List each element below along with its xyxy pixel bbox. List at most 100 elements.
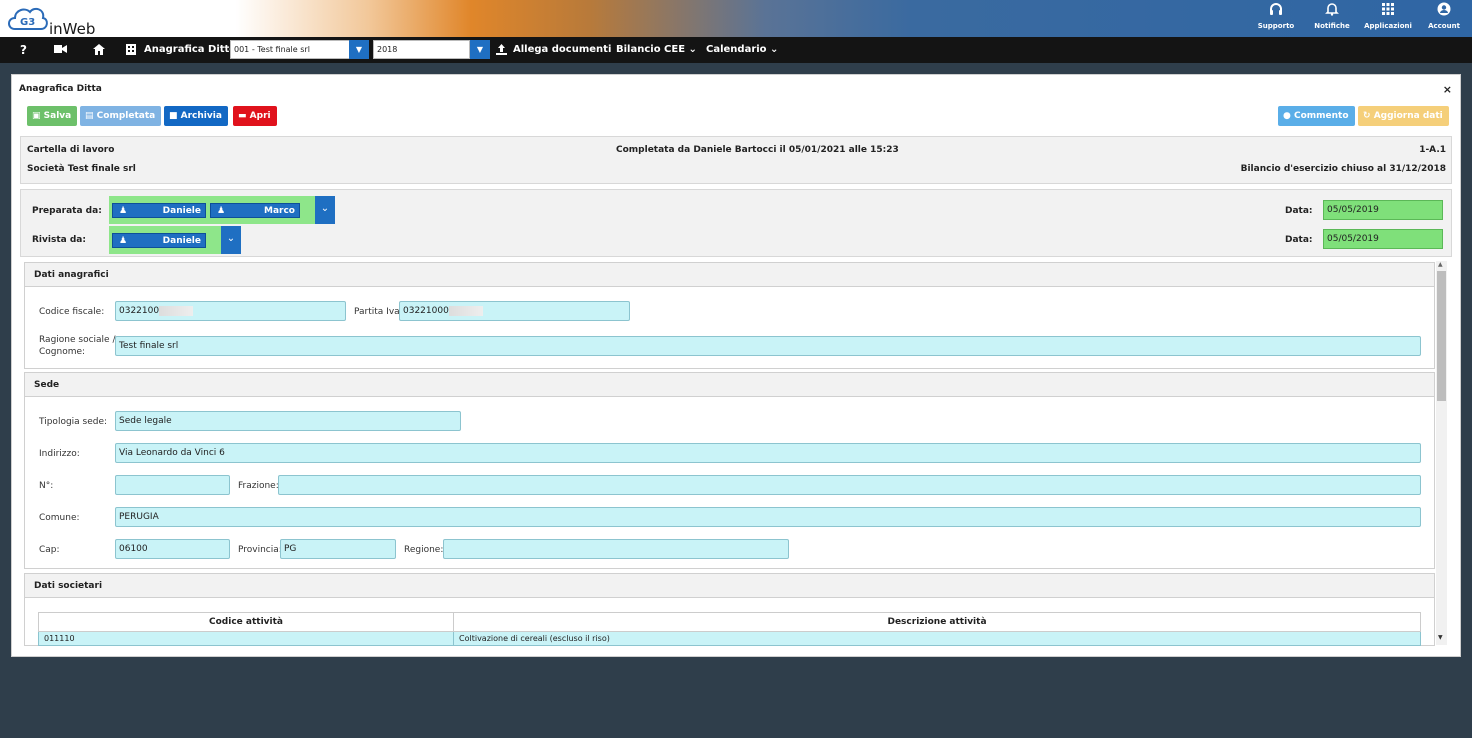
comune-field[interactable]: PERUGIA (115, 507, 1421, 527)
menu-bar: ? Anagrafica Ditte 001 - Test finale srl… (0, 37, 1472, 63)
numero-label: N°: (39, 481, 54, 491)
dialog-title: Anagrafica Ditta (19, 84, 102, 94)
ragione-sociale-field[interactable]: Test finale srl (115, 336, 1421, 356)
data-rivista-field[interactable]: 05/05/2019 (1323, 229, 1443, 249)
numero-field[interactable] (115, 475, 230, 495)
account-icon (1437, 2, 1451, 22)
preparata-user-tag[interactable]: ♟ Daniele (112, 203, 206, 218)
ragione-sociale-label-line1: Ragione sociale / (39, 335, 116, 345)
codice-attivita-cell[interactable]: 011110 (38, 631, 454, 646)
cap-field[interactable]: 06100 (115, 539, 230, 559)
help-button[interactable]: ? (20, 37, 27, 63)
rivista-users-box: ♟ Daniele (109, 226, 221, 254)
chevron-down-icon: ⌄ (688, 44, 697, 55)
headset-icon (1269, 2, 1283, 22)
tipologia-label: Tipologia sede: (39, 417, 108, 427)
building-icon (126, 37, 136, 63)
commento-button[interactable]: ● Commento (1278, 106, 1355, 126)
top-right-actions: Supporto Notifiche Applicazioni Account (1248, 2, 1472, 36)
commento-label: Commento (1294, 111, 1349, 121)
account-label: Account (1428, 22, 1460, 30)
home-icon[interactable] (93, 37, 105, 63)
aggiorna-dati-button[interactable]: ↻ Aggiorna dati (1358, 106, 1449, 126)
save-button[interactable]: ▣ Salva (27, 106, 78, 126)
account-button[interactable]: Account (1416, 2, 1472, 36)
societa-label: Società Test finale srl (27, 164, 136, 174)
provincia-label: Provincia: (238, 545, 282, 555)
cap-label: Cap: (39, 545, 60, 555)
codice-fiscale-field[interactable]: 0322100 (115, 301, 346, 321)
column-header[interactable]: Descrizione attività (453, 612, 1421, 632)
notifications-button[interactable]: Notifiche (1304, 2, 1360, 36)
column-header[interactable]: Codice attività (38, 612, 454, 632)
top-header: G3 inWeb Supporto Notifiche Applicazioni (0, 0, 1472, 38)
apps-label: Applicazioni (1364, 22, 1412, 30)
vertical-scrollbar[interactable]: ▲ ▼ (1436, 261, 1447, 645)
scroll-down-icon[interactable]: ▼ (1438, 634, 1443, 641)
section-title: Dati societari (25, 574, 1434, 598)
codice-fiscale-value: 0322100 (119, 306, 160, 316)
preparata-user-tag[interactable]: ♟ Marco (210, 203, 300, 218)
app-logo[interactable]: G3 inWeb (5, 3, 115, 38)
content-clip-mask (24, 646, 1435, 656)
table-row[interactable]: 011110 Coltivazione di cereali (escluso … (38, 631, 1421, 646)
user-name: Daniele (162, 236, 201, 246)
completata-label: Completata (96, 111, 156, 121)
scroll-up-icon[interactable]: ▲ (1438, 261, 1443, 268)
user-name: Daniele (162, 206, 201, 216)
preparata-dropdown-chevron-down-icon[interactable]: ⌄ (315, 196, 335, 224)
archivia-button[interactable]: ■ Archivia (164, 106, 228, 126)
user-icon: ♟ (119, 206, 128, 216)
frazione-field[interactable] (278, 475, 1421, 495)
apri-label: Apri (249, 111, 271, 121)
refresh-icon: ↻ (1363, 111, 1371, 121)
tipologia-field[interactable]: Sede legale (115, 411, 461, 431)
apps-button[interactable]: Applicazioni (1360, 2, 1416, 36)
comment-icon: ● (1283, 111, 1291, 121)
partita-iva-value: 03221000 (403, 306, 449, 316)
partita-iva-field[interactable]: 03221000 (399, 301, 630, 321)
year-select-chevron-down-icon[interactable]: ▼ (470, 40, 490, 59)
notifications-label: Notifiche (1314, 22, 1350, 30)
scrollbar-thumb[interactable] (1437, 271, 1446, 401)
archive-icon: ■ (169, 111, 178, 121)
completata-button[interactable]: ▤ Completata (80, 106, 162, 126)
bell-icon (1325, 2, 1339, 22)
redacted-mask (448, 305, 483, 316)
rivista-dropdown-chevron-down-icon[interactable]: ⌄ (221, 226, 241, 254)
descrizione-attivita-cell[interactable]: Coltivazione di cereali (escluso il riso… (453, 631, 1421, 646)
rivista-label: Rivista da: (32, 235, 86, 245)
section-title: Sede (25, 373, 1434, 397)
user-icon: ♟ (119, 236, 128, 246)
dati-anagrafici-section: Dati anagrafici Codice fiscale: 0322100 … (24, 262, 1435, 369)
indirizzo-field[interactable]: Via Leonardo da Vinci 6 (115, 443, 1421, 463)
year-select[interactable]: 2018 (373, 40, 470, 59)
cartella-label: Cartella di lavoro (27, 145, 115, 155)
apri-button[interactable]: ▬ Apri (233, 106, 277, 126)
preparata-users-box: ♟ Daniele ♟ Marco (109, 196, 315, 224)
frazione-label: Frazione: (238, 481, 279, 491)
bilancio-cee-menu[interactable]: Bilancio CEE ⌄ (616, 37, 697, 63)
review-panel: Preparata da: ♟ Daniele ♟ Marco ⌄ Rivist… (20, 189, 1452, 257)
rivista-user-tag[interactable]: ♟ Daniele (112, 233, 206, 248)
chevron-down-icon: ⌄ (770, 44, 779, 55)
company-select[interactable]: 001 - Test finale srl (230, 40, 350, 59)
anagrafica-ditte-label[interactable]: Anagrafica Ditte (144, 37, 236, 63)
bilancio-info: Bilancio d'esercizio chiuso al 31/12/201… (1240, 164, 1446, 174)
provincia-field[interactable]: PG (280, 539, 396, 559)
data-label: Data: (1285, 206, 1313, 216)
regione-field[interactable] (443, 539, 789, 559)
user-name: Marco (264, 206, 295, 216)
company-select-chevron-down-icon[interactable]: ▼ (349, 40, 369, 59)
close-icon[interactable]: × (1443, 83, 1452, 96)
video-icon[interactable] (54, 37, 67, 63)
data-preparata-field[interactable]: 05/05/2019 (1323, 200, 1443, 220)
allega-documenti-link[interactable]: Allega documenti (513, 37, 611, 63)
support-button[interactable]: Supporto (1248, 2, 1304, 36)
bilancio-cee-label: Bilancio CEE (616, 44, 686, 55)
support-label: Supporto (1257, 22, 1295, 30)
partita-iva-label: Partita Iva: (354, 307, 403, 317)
table-header-row: Codice attività Descrizione attività (38, 612, 1421, 632)
calendario-menu[interactable]: Calendario ⌄ (706, 37, 778, 63)
preparata-label: Preparata da: (32, 206, 102, 216)
